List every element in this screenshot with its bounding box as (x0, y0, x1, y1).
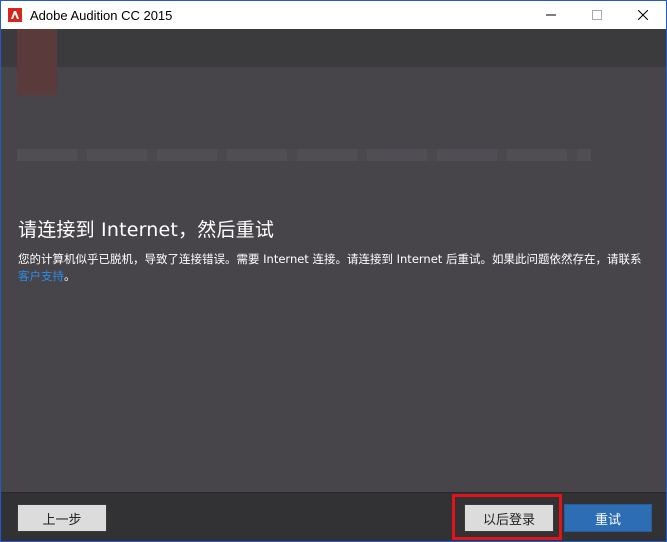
error-message-end: 。 (64, 269, 76, 283)
adobe-logo-icon (8, 8, 22, 22)
maximize-icon (592, 10, 602, 20)
back-button[interactable]: 上一步 (17, 504, 107, 532)
retry-button[interactable]: 重试 (564, 504, 652, 532)
window-title: Adobe Audition CC 2015 (30, 7, 173, 23)
close-button[interactable] (620, 1, 666, 29)
header-band (1, 29, 666, 67)
highlight-annotation (452, 494, 562, 540)
close-icon (638, 10, 648, 20)
window-controls (528, 1, 666, 29)
minimize-button[interactable] (528, 1, 574, 29)
error-message: 您的计算机似乎已脱机，导致了连接错误。需要 Internet 连接。请连接到 I… (18, 251, 648, 285)
app-window: Adobe Audition CC 2015 请连接到 Internet，然后重… (0, 0, 667, 542)
dimmed-logo-icon (17, 29, 57, 95)
footer-bar: 上一步 以后登录 重试 (1, 492, 666, 541)
error-message-text: 您的计算机似乎已脱机，导致了连接错误。需要 Internet 连接。请连接到 I… (18, 252, 642, 266)
title-bar[interactable]: Adobe Audition CC 2015 (1, 1, 666, 29)
dimmed-description (17, 149, 591, 161)
minimize-icon (546, 14, 556, 16)
maximize-button[interactable] (574, 1, 620, 29)
customer-support-link[interactable]: 客户支持 (18, 269, 64, 283)
dimmed-background: 请连接到 Internet，然后重试 您的计算机似乎已脱机，导致了连接错误。需要… (1, 29, 666, 492)
error-heading: 请连接到 Internet，然后重试 (18, 219, 275, 241)
